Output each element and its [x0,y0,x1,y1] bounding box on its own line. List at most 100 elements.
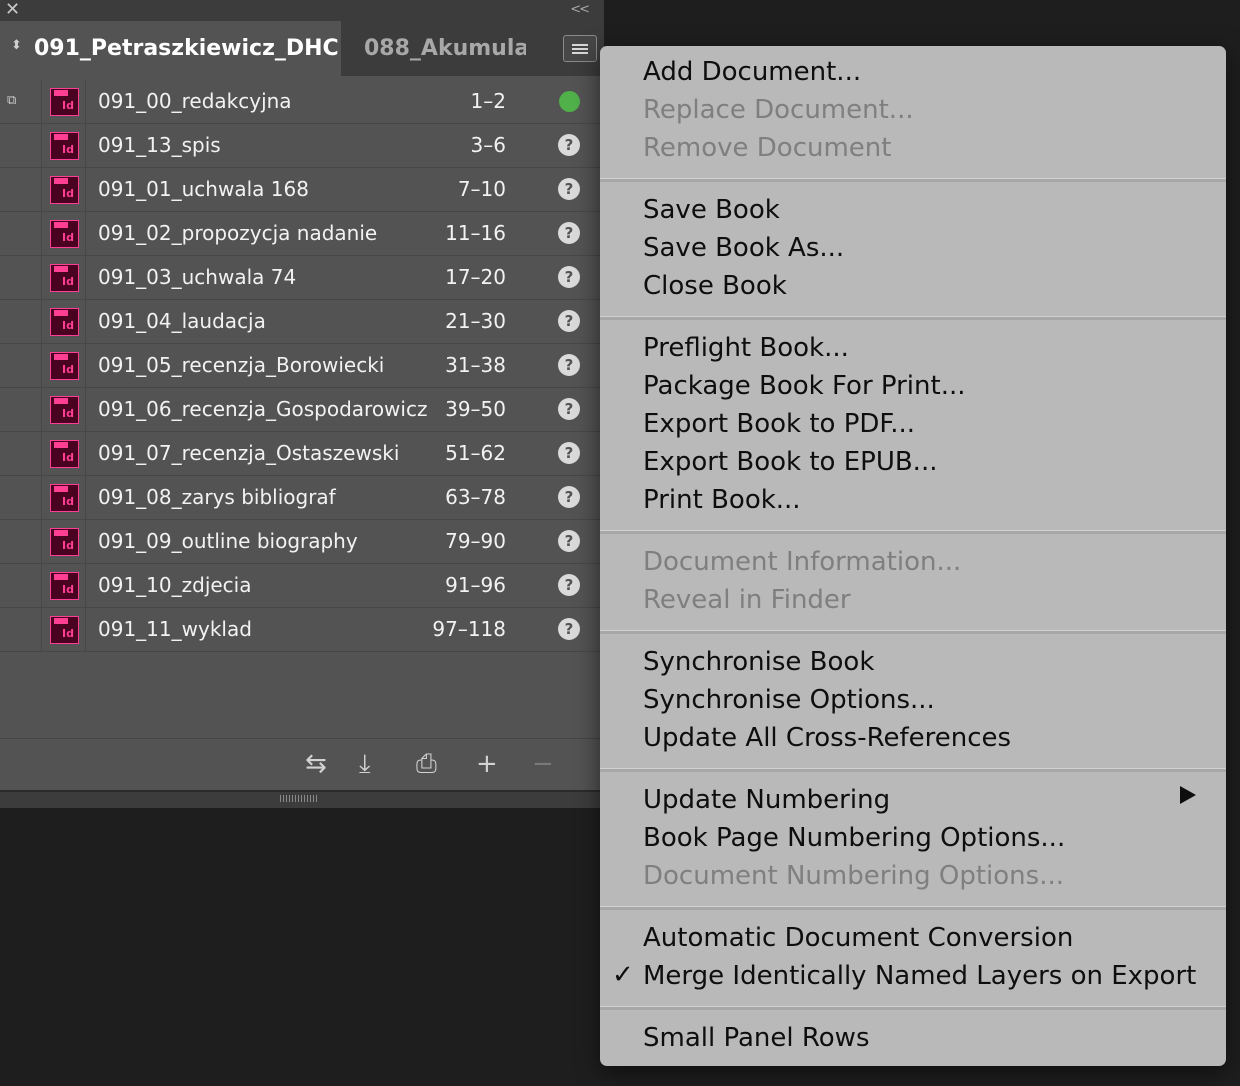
tab-book-inactive[interactable]: 088_Akumulac [341,21,526,76]
menu-item-save-book[interactable]: Save Book [643,195,780,225]
row-style-source-cell [0,300,42,343]
document-name: 091_04_laudacja [98,309,266,333]
status-unknown-icon: ? [558,134,580,156]
document-row[interactable]: Id 091_11_wyklad 97–118 ? [0,608,604,652]
id-icon-text: Id [62,539,74,552]
page-range: 3–6 [470,133,506,157]
indd-tag [54,442,68,448]
menu-item-merge-layers[interactable]: Merge Identically Named Layers on Export [643,961,1196,991]
status-unknown-icon: ? [558,222,580,244]
document-row[interactable]: Id 091_07_recenzja_Ostaszewski 51–62 ? [0,432,604,476]
menu-item-update-cross-references[interactable]: Update All Cross-References [643,723,1011,753]
menu-item-add-document[interactable]: Add Document... [643,57,861,87]
menu-item-package-book[interactable]: Package Book For Print... [643,371,966,401]
document-name: 091_01_uchwala 168 [98,177,309,201]
row-style-source-cell [0,608,42,651]
synchronize-icon[interactable]: ⇆ [305,749,327,779]
indd-tag [54,266,68,272]
menu-item-close-book[interactable]: Close Book [643,271,787,301]
menu-item-preflight-book[interactable]: Preflight Book... [643,333,849,363]
document-row[interactable]: Id 091_05_recenzja_Borowiecki 31–38 ? [0,344,604,388]
id-icon-text: Id [62,99,74,112]
close-icon[interactable]: ✕ [5,0,20,20]
resize-handle[interactable] [0,790,604,808]
menu-item-save-book-as[interactable]: Save Book As... [643,233,844,263]
print-icon[interactable]: ⎙ [416,749,437,779]
indesign-document-icon: Id [50,616,79,644]
document-name: 091_06_recenzja_Gospodarowicz [98,397,428,421]
menu-item-automatic-conversion[interactable]: Automatic Document Conversion [643,923,1073,953]
page-range: 1–2 [470,89,506,113]
document-list: ⧉ Id 091_00_redakcyjna 1–2 Id 091_13_spi… [0,80,604,652]
tab-label: 088_Akumulac [364,36,526,61]
remove-icon[interactable]: − [532,749,554,779]
submenu-arrow-icon [1180,786,1196,804]
row-style-source-cell [0,520,42,563]
page-range: 63–78 [445,485,506,509]
menu-item-small-panel-rows[interactable]: Small Panel Rows [643,1023,870,1053]
save-icon[interactable]: ⤓ [359,749,371,779]
tab-label: 091_Petraszkiewicz_DHC [34,36,339,61]
menu-item-synchronise-options[interactable]: Synchronise Options... [643,685,935,715]
document-row[interactable]: ⧉ Id 091_00_redakcyjna 1–2 [0,80,604,124]
menu-item-document-numbering: Document Numbering Options... [643,861,1064,891]
document-row[interactable]: Id 091_13_spis 3–6 ? [0,124,604,168]
id-icon-text: Id [62,275,74,288]
page-range: 79–90 [445,529,506,553]
page-range: 91–96 [445,573,506,597]
row-style-source-cell [0,476,42,519]
style-source-icon[interactable]: ⧉ [7,93,16,108]
up-down-arrows-icon: ⬍ [11,38,22,53]
menu-item-replace-document: Replace Document... [643,95,914,125]
document-row[interactable]: Id 091_01_uchwala 168 7–10 ? [0,168,604,212]
document-row[interactable]: Id 091_08_zarys bibliograf 63–78 ? [0,476,604,520]
indesign-document-icon: Id [50,572,79,600]
menu-item-remove-document: Remove Document [643,133,892,163]
menu-item-export-pdf[interactable]: Export Book to PDF... [643,409,915,439]
menu-item-synchronise-book[interactable]: Synchronise Book [643,647,874,677]
menu-separator [600,178,1226,182]
hamburger-icon [572,48,588,50]
menu-item-book-page-numbering[interactable]: Book Page Numbering Options... [643,823,1065,853]
tab-book-active[interactable]: ⬍ 091_Petraszkiewicz_DHC [0,21,341,76]
document-name: 091_09_outline biography [98,529,358,553]
collapse-icon[interactable]: << [570,0,590,20]
add-icon[interactable]: + [476,749,498,779]
menu-item-document-information: Document Information... [643,547,962,577]
document-row[interactable]: Id 091_02_propozycja nadanie 11–16 ? [0,212,604,256]
status-unknown-icon: ? [558,398,580,420]
document-row[interactable]: Id 091_03_uchwala 74 17–20 ? [0,256,604,300]
panel-titlebar: ✕ << [0,0,604,21]
status-unknown-icon: ? [558,486,580,508]
menu-item-update-numbering[interactable]: Update Numbering [643,785,890,815]
indd-tag [54,134,68,140]
status-unknown-icon: ? [558,442,580,464]
status-unknown-icon: ? [558,354,580,376]
menu-item-print-book[interactable]: Print Book... [643,485,801,515]
document-row[interactable]: Id 091_09_outline biography 79–90 ? [0,520,604,564]
hamburger-icon [572,44,588,46]
indesign-document-icon: Id [50,352,79,380]
menu-separator [600,906,1226,910]
row-style-source-cell [0,388,42,431]
id-icon-text: Id [62,363,74,376]
indd-tag [54,310,68,316]
id-icon-text: Id [62,407,74,420]
document-row[interactable]: Id 091_10_zdjecia 91–96 ? [0,564,604,608]
row-style-source-cell [0,168,42,211]
indd-tag [54,354,68,360]
menu-item-export-epub[interactable]: Export Book to EPUB... [643,447,937,477]
panel-menu-button[interactable] [563,35,597,62]
indd-tag [54,486,68,492]
grip-icon [280,795,318,802]
menu-separator [600,768,1226,772]
document-row[interactable]: Id 091_04_laudacja 21–30 ? [0,300,604,344]
menu-separator [600,630,1226,634]
tab-bar: ⬍ 091_Petraszkiewicz_DHC 088_Akumulac [0,21,604,76]
indd-tag [54,178,68,184]
document-row[interactable]: Id 091_06_recenzja_Gospodarowicz 39–50 ? [0,388,604,432]
document-name: 091_00_redakcyjna [98,89,292,113]
page-range: 17–20 [445,265,506,289]
row-style-source-cell: ⧉ [0,80,42,123]
book-panel: ✕ << ⬍ 091_Petraszkiewicz_DHC 088_Akumul… [0,0,604,808]
